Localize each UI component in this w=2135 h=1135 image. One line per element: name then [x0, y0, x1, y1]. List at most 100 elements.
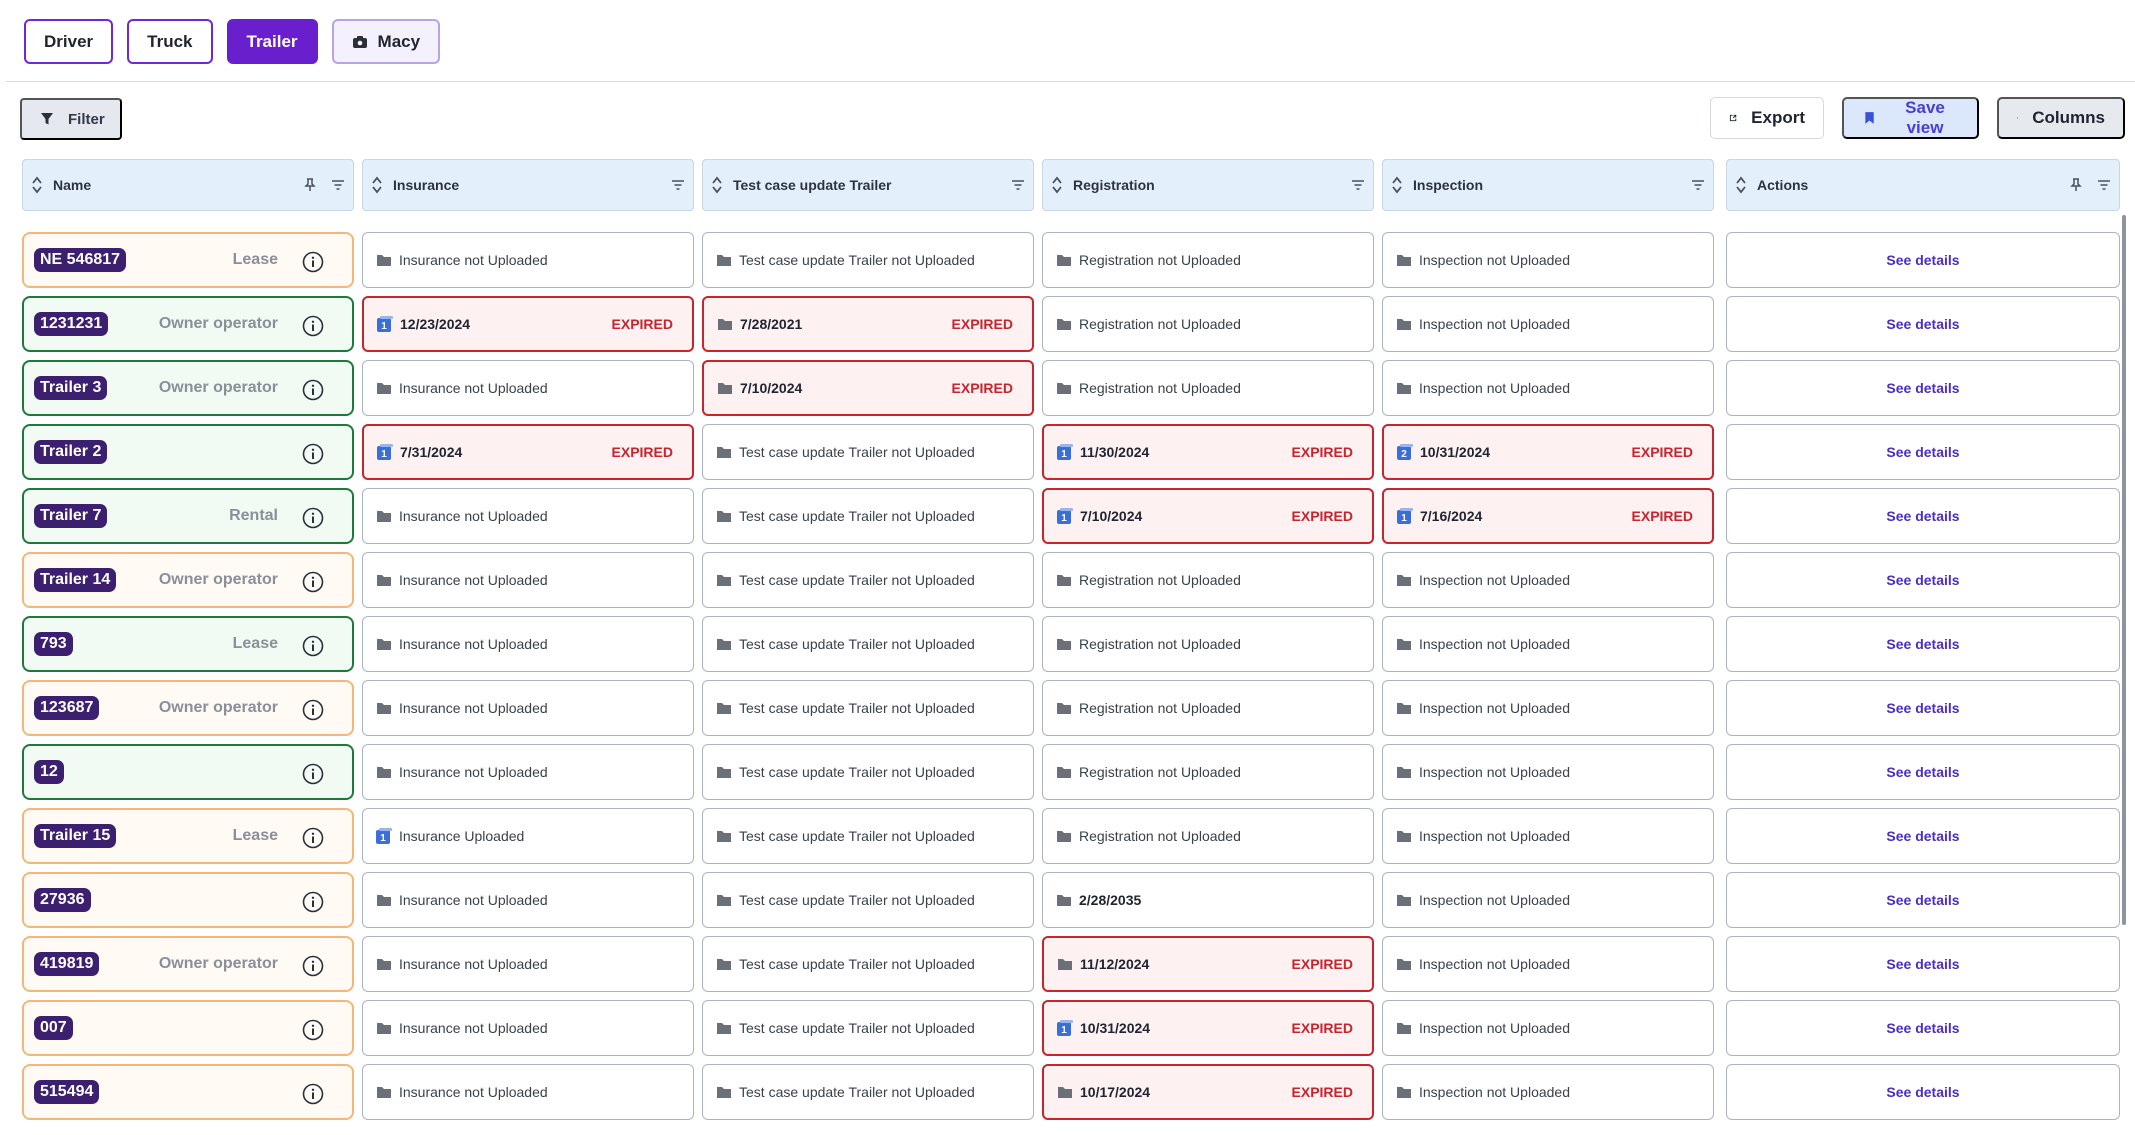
insurance-cell[interactable]: Insurance not Uploaded	[362, 616, 694, 672]
pin-icon[interactable]	[303, 178, 317, 192]
registration-cell[interactable]: 10/17/2024 EXPIRED	[1042, 1064, 1374, 1120]
trailer-name-cell[interactable]: 007	[22, 1000, 354, 1056]
trailer-name-pill[interactable]: NE 546817	[34, 248, 127, 272]
test-case-cell[interactable]: Test case update Trailer not Uploaded	[702, 808, 1034, 864]
registration-cell[interactable]: 1 11/30/2024 EXPIRED	[1042, 424, 1374, 480]
inspection-cell[interactable]: Inspection not Uploaded	[1382, 680, 1714, 736]
trailer-name-cell[interactable]: 419819 Owner operator	[22, 936, 354, 992]
trailer-name-cell[interactable]: 1231231 Owner operator	[22, 296, 354, 352]
registration-cell[interactable]: Registration not Uploaded	[1042, 360, 1374, 416]
test-case-cell[interactable]: Test case update Trailer not Uploaded	[702, 744, 1034, 800]
insurance-cell[interactable]: Insurance not Uploaded	[362, 360, 694, 416]
trailer-name-cell[interactable]: 515494	[22, 1064, 354, 1120]
export-button[interactable]: Export	[1710, 97, 1824, 139]
registration-cell[interactable]: Registration not Uploaded	[1042, 808, 1374, 864]
inspection-cell[interactable]: Inspection not Uploaded	[1382, 1000, 1714, 1056]
info-icon[interactable]	[302, 251, 324, 273]
filter-button[interactable]: Filter	[20, 98, 122, 140]
sort-icon[interactable]	[1735, 176, 1747, 194]
test-case-cell[interactable]: 7/10/2024 EXPIRED	[702, 360, 1034, 416]
see-details-link[interactable]: See details	[1886, 252, 1959, 268]
insurance-cell[interactable]: Insurance not Uploaded	[362, 744, 694, 800]
info-icon[interactable]	[302, 571, 324, 593]
inspection-cell[interactable]: Inspection not Uploaded	[1382, 744, 1714, 800]
registration-cell[interactable]: Registration not Uploaded	[1042, 680, 1374, 736]
test-case-cell[interactable]: Test case update Trailer not Uploaded	[702, 232, 1034, 288]
column-header-actions[interactable]: Actions	[1726, 159, 2120, 211]
info-icon[interactable]	[302, 443, 324, 465]
trailer-name-cell[interactable]: 123687 Owner operator	[22, 680, 354, 736]
trailer-name-pill[interactable]: 793	[34, 632, 73, 656]
see-details-link[interactable]: See details	[1886, 892, 1959, 908]
inspection-cell[interactable]: Inspection not Uploaded	[1382, 232, 1714, 288]
info-icon[interactable]	[302, 1083, 324, 1105]
see-details-link[interactable]: See details	[1886, 956, 1959, 972]
info-icon[interactable]	[302, 827, 324, 849]
registration-cell[interactable]: Registration not Uploaded	[1042, 744, 1374, 800]
info-icon[interactable]	[302, 699, 324, 721]
inspection-cell[interactable]: 2 10/31/2024 EXPIRED	[1382, 424, 1714, 480]
see-details-link[interactable]: See details	[1886, 700, 1959, 716]
see-details-link[interactable]: See details	[1886, 316, 1959, 332]
test-case-cell[interactable]: Test case update Trailer not Uploaded	[702, 872, 1034, 928]
see-details-link[interactable]: See details	[1886, 1020, 1959, 1036]
insurance-cell[interactable]: Insurance not Uploaded	[362, 488, 694, 544]
sort-icon[interactable]	[31, 176, 43, 194]
tab-macy[interactable]: Macy	[331, 19, 441, 64]
registration-cell[interactable]: 1 7/10/2024 EXPIRED	[1042, 488, 1374, 544]
column-header-registration[interactable]: Registration	[1042, 159, 1374, 211]
trailer-name-pill[interactable]: Trailer 15	[34, 824, 117, 848]
tab-driver[interactable]: Driver	[24, 19, 114, 64]
insurance-cell[interactable]: Insurance not Uploaded	[362, 680, 694, 736]
info-icon[interactable]	[302, 379, 324, 401]
trailer-name-cell[interactable]: Trailer 14 Owner operator	[22, 552, 354, 608]
test-case-cell[interactable]: Test case update Trailer not Uploaded	[702, 1000, 1034, 1056]
info-icon[interactable]	[302, 1019, 324, 1041]
info-icon[interactable]	[302, 635, 324, 657]
see-details-link[interactable]: See details	[1886, 572, 1959, 588]
trailer-name-pill[interactable]: 515494	[34, 1080, 100, 1104]
inspection-cell[interactable]: 1 7/16/2024 EXPIRED	[1382, 488, 1714, 544]
inspection-cell[interactable]: Inspection not Uploaded	[1382, 616, 1714, 672]
column-header-inspection[interactable]: Inspection	[1382, 159, 1714, 211]
trailer-name-cell[interactable]: Trailer 3 Owner operator	[22, 360, 354, 416]
see-details-link[interactable]: See details	[1886, 380, 1959, 396]
sort-icon[interactable]	[1051, 176, 1063, 194]
sort-icon[interactable]	[1391, 176, 1403, 194]
tab-truck[interactable]: Truck	[127, 19, 213, 64]
trailer-name-pill[interactable]: 1231231	[34, 312, 109, 336]
trailer-name-pill[interactable]: 123687	[34, 696, 100, 720]
test-case-cell[interactable]: Test case update Trailer not Uploaded	[702, 680, 1034, 736]
trailer-name-cell[interactable]: 793 Lease	[22, 616, 354, 672]
insurance-cell[interactable]: Insurance not Uploaded	[362, 552, 694, 608]
trailer-name-pill[interactable]: Trailer 7	[34, 504, 108, 528]
column-header-name[interactable]: Name	[22, 159, 354, 211]
test-case-cell[interactable]: Test case update Trailer not Uploaded	[702, 424, 1034, 480]
trailer-name-pill[interactable]: Trailer 2	[34, 440, 108, 464]
registration-cell[interactable]: Registration not Uploaded	[1042, 616, 1374, 672]
test-case-cell[interactable]: 7/28/2021 EXPIRED	[702, 296, 1034, 352]
info-icon[interactable]	[302, 315, 324, 337]
pin-icon[interactable]	[2069, 178, 2083, 192]
test-case-cell[interactable]: Test case update Trailer not Uploaded	[702, 616, 1034, 672]
trailer-name-pill[interactable]: 419819	[34, 952, 100, 976]
save-view-button[interactable]: Save view	[1842, 97, 1979, 139]
registration-cell[interactable]: 11/12/2024 EXPIRED	[1042, 936, 1374, 992]
trailer-name-pill[interactable]: 27936	[34, 888, 91, 912]
insurance-cell[interactable]: 1 7/31/2024 EXPIRED	[362, 424, 694, 480]
trailer-name-pill[interactable]: 12	[34, 760, 64, 784]
see-details-link[interactable]: See details	[1886, 444, 1959, 460]
registration-cell[interactable]: Registration not Uploaded	[1042, 552, 1374, 608]
info-icon[interactable]	[302, 955, 324, 977]
info-icon[interactable]	[302, 891, 324, 913]
see-details-link[interactable]: See details	[1886, 636, 1959, 652]
filter-lines-icon[interactable]	[671, 178, 685, 192]
info-icon[interactable]	[302, 507, 324, 529]
inspection-cell[interactable]: Inspection not Uploaded	[1382, 360, 1714, 416]
info-icon[interactable]	[302, 763, 324, 785]
sort-icon[interactable]	[711, 176, 723, 194]
test-case-cell[interactable]: Test case update Trailer not Uploaded	[702, 488, 1034, 544]
registration-cell[interactable]: 1 10/31/2024 EXPIRED	[1042, 1000, 1374, 1056]
test-case-cell[interactable]: Test case update Trailer not Uploaded	[702, 552, 1034, 608]
trailer-name-cell[interactable]: NE 546817 Lease	[22, 232, 354, 288]
